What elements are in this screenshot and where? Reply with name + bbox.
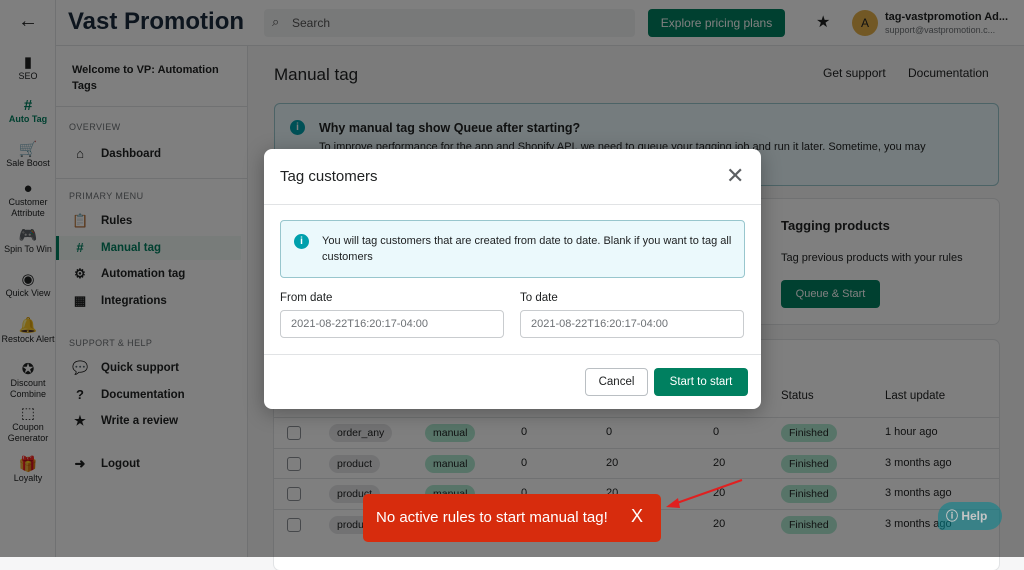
tag-customers-modal: Tag customers ✕ i You will tag customers… [264,149,761,409]
toast-message: No active rules to start manual tag! [376,509,608,526]
from-date-input[interactable]: 2021-08-22T16:20:17-04:00 [280,310,504,338]
help-button[interactable]: ⓘ Help [938,502,1002,530]
to-date-input[interactable]: 2021-08-22T16:20:17-04:00 [520,310,744,338]
modal-title: Tag customers [280,168,378,185]
close-icon[interactable]: ✕ [726,163,744,189]
close-icon[interactable]: X [631,506,643,527]
to-date-label: To date [520,292,558,304]
cancel-button[interactable]: Cancel [585,368,648,396]
help-label: Help [961,509,988,523]
divider [264,354,761,355]
start-button[interactable]: Start to start [654,368,748,396]
help-icon: ⓘ [946,509,962,523]
modal-info-text: You will tag customers that are created … [322,235,732,263]
info-icon: i [294,234,309,249]
divider [264,204,761,205]
error-toast: No active rules to start manual tag! X [363,494,661,542]
from-date-label: From date [280,292,333,304]
red-arrow-annotation [666,479,743,508]
modal-info-banner: i You will tag customers that are create… [280,220,745,278]
